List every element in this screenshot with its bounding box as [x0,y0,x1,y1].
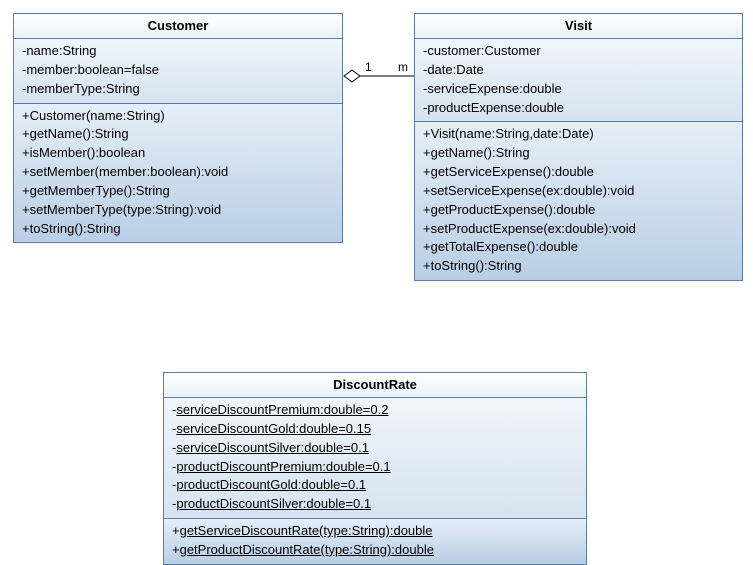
class-operations: +Customer(name:String) +getName():String… [14,104,342,243]
class-title: Visit [415,14,742,39]
class-customer: Customer -name:String -member:boolean=fa… [13,13,343,243]
class-title: Customer [14,14,342,39]
class-attributes: -customer:Customer -date:Date -serviceEx… [415,39,742,122]
attr: -serviceExpense:double [423,80,734,99]
attr: -serviceDiscountPremium:double=0.2 [172,401,578,420]
op: +getProductExpense():double [423,201,734,220]
attr: -productDiscountSilver:double=0.1 [172,495,578,514]
attr: -productDiscountPremium:double=0.1 [172,458,578,477]
class-operations: +Visit(name:String,date:Date) +getName()… [415,122,742,280]
op: +getTotalExpense():double [423,238,734,257]
attr: -customer:Customer [423,42,734,61]
op: +getServiceDiscountRate(type:String):dou… [172,522,578,541]
attr: -serviceDiscountSilver:double=0.1 [172,439,578,458]
multiplicity-right: m [398,60,408,74]
op: +setServiceExpense(ex:double):void [423,182,734,201]
op: +setMember(member:boolean):void [22,163,334,182]
op: +Visit(name:String,date:Date) [423,125,734,144]
attr: -productExpense:double [423,99,734,118]
class-attributes: -serviceDiscountPremium:double=0.2 -serv… [164,398,586,519]
class-discountrate: DiscountRate -serviceDiscountPremium:dou… [163,372,587,565]
op: +getName():String [22,125,334,144]
op: +setMemberType(type:String):void [22,201,334,220]
attr: -memberType:String [22,80,334,99]
op: +isMember():boolean [22,144,334,163]
class-attributes: -name:String -member:boolean=false -memb… [14,39,342,104]
op: +toString():String [423,257,734,276]
op: +getName():String [423,144,734,163]
class-operations: +getServiceDiscountRate(type:String):dou… [164,519,586,564]
multiplicity-left: 1 [365,60,372,74]
op: +toString():String [22,220,334,239]
attr: -name:String [22,42,334,61]
op: +setProductExpense(ex:double):void [423,220,734,239]
op: +Customer(name:String) [22,107,334,126]
class-title: DiscountRate [164,373,586,398]
class-visit: Visit -customer:Customer -date:Date -ser… [414,13,743,281]
attr: -serviceDiscountGold:double=0.15 [172,420,578,439]
attr: -date:Date [423,61,734,80]
op: +getProductDiscountRate(type:String):dou… [172,541,578,560]
op: +getServiceExpense():double [423,163,734,182]
attr: -member:boolean=false [22,61,334,80]
op: +getMemberType():String [22,182,334,201]
attr: -productDiscountGold:double=0.1 [172,476,578,495]
